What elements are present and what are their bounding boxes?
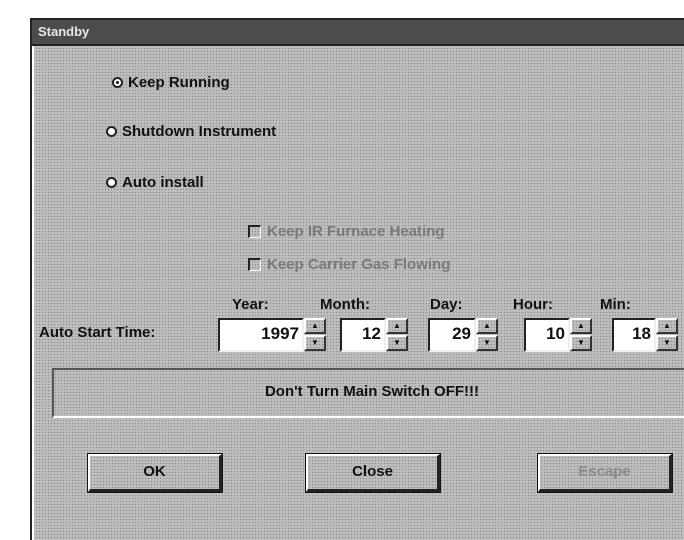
spin-up-icon[interactable]: ▲ [304, 318, 326, 334]
spin-down-icon[interactable]: ▼ [656, 335, 678, 351]
checkbox-label: Keep IR Furnace Heating [267, 223, 445, 240]
spin-up-icon[interactable]: ▲ [570, 318, 592, 334]
min-input[interactable]: 18 [612, 318, 656, 352]
title-bar[interactable]: Standby [32, 20, 684, 46]
radio-shutdown-instrument[interactable]: Shutdown Instrument [106, 123, 276, 140]
radio-label: Shutdown Instrument [122, 123, 277, 140]
ok-button[interactable]: OK [87, 453, 223, 493]
spin-up-icon[interactable]: ▲ [386, 318, 408, 334]
radio-keep-running[interactable]: Keep Running [112, 74, 230, 91]
radio-auto-install[interactable]: Auto install [106, 174, 204, 191]
warning-message: Don't Turn Main Switch OFF!!! [264, 383, 480, 400]
spin-down-icon[interactable]: ▼ [476, 335, 498, 351]
checkbox-keep-ir-furnace-heating[interactable]: Keep IR Furnace Heating [248, 223, 445, 240]
hour-spinner: ▲ ▼ [570, 318, 592, 352]
spin-down-icon[interactable]: ▼ [304, 335, 326, 351]
dialog-body: Keep Running Shutdown Instrument Auto in… [32, 46, 684, 540]
escape-button[interactable]: Escape [537, 453, 673, 493]
radio-unselected-icon [106, 126, 117, 137]
close-button[interactable]: Close [305, 453, 441, 493]
hour-header: Hour: [513, 296, 553, 313]
min-header: Min: [600, 296, 631, 313]
checkbox-keep-carrier-gas-flowing[interactable]: Keep Carrier Gas Flowing [248, 256, 450, 273]
radio-label: Auto install [122, 174, 204, 191]
min-spinner: ▲ ▼ [656, 318, 678, 352]
hour-input[interactable]: 10 [524, 318, 570, 352]
radio-unselected-icon [106, 177, 117, 188]
radio-selected-icon [112, 77, 123, 88]
auto-start-time-label: Auto Start Time: [39, 324, 156, 341]
year-input[interactable]: 1997 [218, 318, 304, 352]
year-header: Year: [232, 296, 269, 313]
month-spinner: ▲ ▼ [386, 318, 408, 352]
year-spinner: ▲ ▼ [304, 318, 326, 352]
day-header: Day: [430, 296, 463, 313]
day-spinner: ▲ ▼ [476, 318, 498, 352]
checkbox-box [248, 225, 261, 238]
warning-panel: Don't Turn Main Switch OFF!!! [52, 368, 684, 418]
standby-dialog: Standby Keep Running Shutdown Instrument… [30, 18, 684, 540]
checkbox-box [248, 258, 261, 271]
checkbox-label: Keep Carrier Gas Flowing [267, 256, 451, 273]
spin-down-icon[interactable]: ▼ [386, 335, 408, 351]
spin-up-icon[interactable]: ▲ [656, 318, 678, 334]
month-input[interactable]: 12 [340, 318, 386, 352]
spin-up-icon[interactable]: ▲ [476, 318, 498, 334]
spin-down-icon[interactable]: ▼ [570, 335, 592, 351]
radio-label: Keep Running [128, 74, 230, 91]
month-header: Month: [320, 296, 370, 313]
window-title: Standby [38, 24, 90, 39]
day-input[interactable]: 29 [428, 318, 476, 352]
